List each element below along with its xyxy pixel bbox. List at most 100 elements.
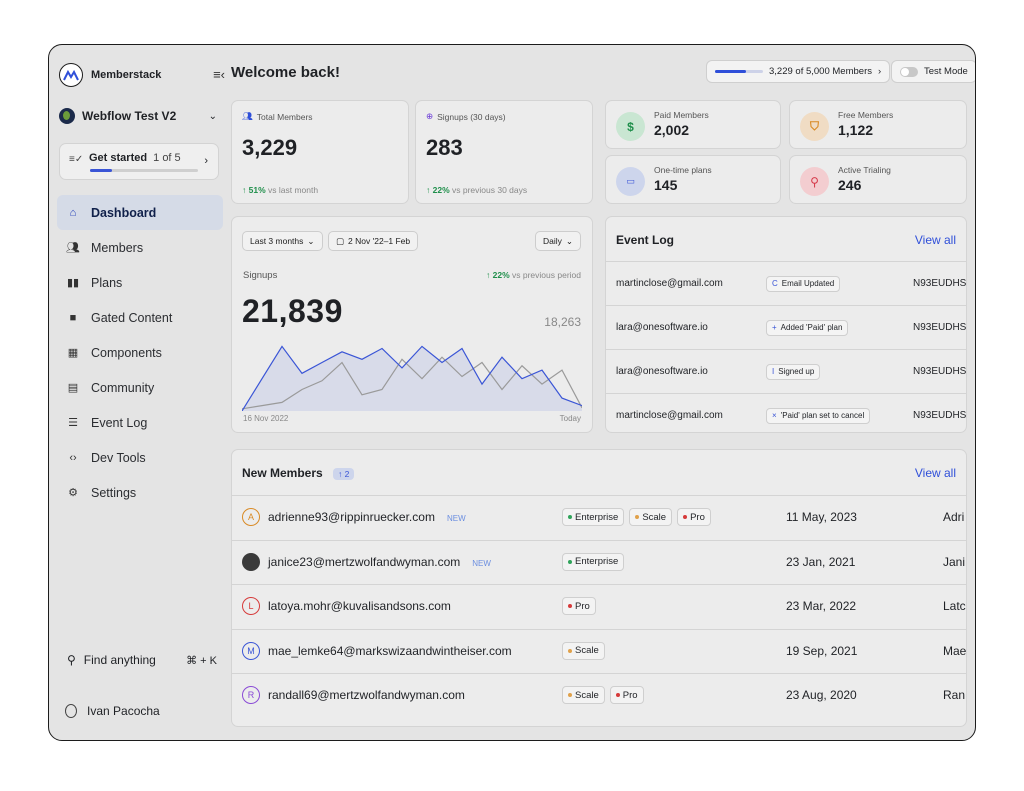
test-mode-toggle[interactable]: Test Mode	[891, 60, 975, 83]
series-area	[242, 346, 582, 411]
range-dropdown[interactable]: Last 3 months ⌄	[242, 231, 323, 251]
find-anything-button[interactable]: ⚲ Find anything ⌘ + K	[67, 653, 217, 667]
member-join-date: 23 Jan, 2021	[786, 554, 856, 569]
new-badge: NEW	[472, 558, 491, 568]
chevron-right-icon: ›	[204, 155, 208, 167]
sidebar-item-label: Components	[91, 345, 162, 360]
member-join-date: 23 Mar, 2022	[786, 599, 857, 613]
sidebar-item-event-log[interactable]: ☰ Event Log	[57, 405, 223, 440]
home-icon: ⌂	[69, 206, 77, 219]
sidebar-item-dashboard[interactable]: ⌂ Dashboard	[57, 195, 223, 230]
workspace-switcher[interactable]: Webflow Test V2 ⌄	[59, 108, 217, 124]
event-tag: × 'Paid' plan set to cancel	[766, 407, 871, 424]
signups-card[interactable]: ⊕ Signups (30 days) 283 ↑ 22% vs previou…	[415, 100, 593, 204]
stat-value: 246	[838, 177, 862, 193]
member-name: Mae	[943, 643, 967, 658]
member-row[interactable]: Rrandall69@mertzwolfandwyman.com Scale Pro…	[232, 673, 966, 717]
date-range-button[interactable]: ▢ 2 Nov '22–1 Feb	[328, 231, 419, 251]
one-time-plans-card[interactable]: ▭ One-time plans 145	[605, 155, 781, 204]
event-row[interactable]: lara@onesoftware.io + Added 'Paid' plan N93…	[606, 305, 966, 349]
sidebar-nav: ⌂ Dashboard 👥︎ Members ▮▮ Plans ■ Gated …	[57, 195, 223, 510]
new-members-badge: ↑ 2	[333, 467, 355, 480]
view-all-link[interactable]: View all	[915, 233, 956, 247]
sidebar-item-plans[interactable]: ▮▮ Plans	[57, 265, 223, 300]
view-all-link[interactable]: View all	[915, 466, 956, 480]
member-join-date: 23 Aug, 2020	[786, 688, 857, 702]
sidebar-item-components[interactable]: ▦ Components	[57, 335, 223, 370]
member-email: latoya.mohr@kuvalisandsons.com	[268, 599, 451, 613]
sidebar-item-members[interactable]: 👥︎ Members	[57, 230, 223, 265]
interval-dropdown[interactable]: Daily ⌄	[534, 231, 581, 251]
user-name: Ivan Pacocha	[87, 704, 160, 718]
toggle-switch	[900, 66, 918, 77]
member-join-date: 11 May, 2023	[786, 510, 857, 524]
avatar: L	[242, 597, 260, 615]
event-log-title: Event Log	[616, 233, 675, 247]
event-type-icon: +	[772, 323, 777, 332]
new-badge: NEW	[446, 514, 466, 523]
member-plans: Pro	[562, 597, 596, 615]
sidebar-item-gated-content[interactable]: ■ Gated Content	[57, 300, 223, 335]
stat-label: Active Trialing	[838, 165, 891, 175]
chevron-right-icon: ›	[877, 66, 882, 77]
event-log-card: Event Log View all martinclose@gmail.com…	[605, 216, 967, 433]
active-trialing-card[interactable]: ⚲ Active Trialing 246	[789, 155, 967, 204]
sidebar-item-label: Event Log	[91, 415, 148, 430]
checklist-icon: ≡✓	[69, 154, 84, 165]
plan-tag: Pro	[677, 508, 711, 526]
sidebar-item-label: Members	[91, 240, 144, 255]
member-usage-button[interactable]: 3,229 of 5,000 Members ›	[706, 60, 891, 83]
plan-tag: Enterprise	[562, 552, 625, 571]
total-members-card[interactable]: 👥︎ Total Members 3,229 ↑ 51% vs last mon…	[231, 100, 409, 204]
member-email: mae_lemke64@markswizaandwintheiser.com	[268, 643, 512, 658]
member-name: Jani	[943, 554, 966, 569]
stat-delta-text: vs previous 30 days	[452, 185, 528, 195]
event-row[interactable]: lara@onesoftware.io I Signed up N93EUDHS	[606, 349, 966, 393]
event-email: lara@onesoftware.io	[616, 366, 708, 377]
stat-delta-text: vs last month	[268, 185, 319, 195]
range-label: Last 3 months	[250, 236, 304, 246]
stat-delta: 51%	[248, 185, 266, 195]
chevron-down-icon: ⌄	[307, 235, 315, 246]
stat-label: Free Members	[838, 110, 894, 120]
shield-icon: ⛉	[800, 112, 829, 141]
event-type-icon: C	[772, 279, 778, 288]
list-icon: ☰	[68, 417, 78, 429]
shortcut-hint: ⌘ + K	[186, 654, 217, 667]
event-type-label: Email Updated	[781, 279, 835, 288]
signups-area-chart	[242, 345, 582, 411]
page-title: Welcome back!	[231, 64, 340, 81]
member-email: adrienne93@rippinruecker.com	[268, 510, 435, 524]
event-row[interactable]: martinclose@gmail.com C Email Updated N93EU…	[606, 261, 966, 305]
member-plans: Enterprise	[562, 552, 625, 571]
collapse-sidebar-icon[interactable]: ≡‹	[213, 67, 225, 82]
get-started-card[interactable]: ≡✓ Get started 1 of 5 ›	[59, 143, 219, 180]
plan-tag: Pro	[562, 597, 596, 615]
member-row[interactable]: Llatoya.mohr@kuvalisandsons.com Pro 23 Mar…	[232, 584, 966, 628]
sidebar-item-community[interactable]: ▤ Community	[57, 370, 223, 405]
brand-name: Memberstack	[91, 69, 162, 81]
chart-label: Signups	[243, 270, 278, 281]
plan-tag: Scale	[629, 508, 673, 526]
member-row[interactable]: Aadrienne93@rippinruecker.com NEW Enterpri…	[232, 495, 966, 539]
member-plans: Scale	[562, 641, 605, 660]
user-menu[interactable]: Ivan Pacocha	[65, 704, 160, 718]
event-row[interactable]: martinclose@gmail.com × 'Paid' plan set to…	[606, 393, 966, 432]
sidebar-item-settings[interactable]: ⚙ Settings	[57, 475, 223, 510]
grid-icon: ▦	[67, 347, 79, 359]
member-usage-progress	[715, 70, 763, 73]
arrow-up-icon: ↑	[426, 185, 431, 195]
plan-tag: Pro	[609, 686, 644, 704]
main-content: Welcome back! 3,229 of 5,000 Members › T…	[231, 45, 975, 740]
event-email: martinclose@gmail.com	[616, 410, 723, 421]
brand[interactable]: Memberstack ≡‹	[59, 63, 225, 87]
chart-total: 21,839	[242, 293, 343, 329]
member-row[interactable]: janice23@mertzwolfandwyman.com NEW Enterpr…	[232, 539, 966, 584]
paid-members-card[interactable]: $ Paid Members 2,002	[605, 100, 781, 149]
sidebar-item-dev-tools[interactable]: ‹› Dev Tools	[57, 440, 223, 475]
member-row[interactable]: Mmae_lemke64@markswizaandwintheiser.com S…	[232, 628, 967, 673]
event-type-label: Added 'Paid' plan	[780, 323, 843, 332]
free-members-card[interactable]: ⛉ Free Members 1,122	[789, 100, 967, 149]
get-started-progress	[90, 169, 198, 172]
member-name: Ran	[943, 688, 966, 702]
